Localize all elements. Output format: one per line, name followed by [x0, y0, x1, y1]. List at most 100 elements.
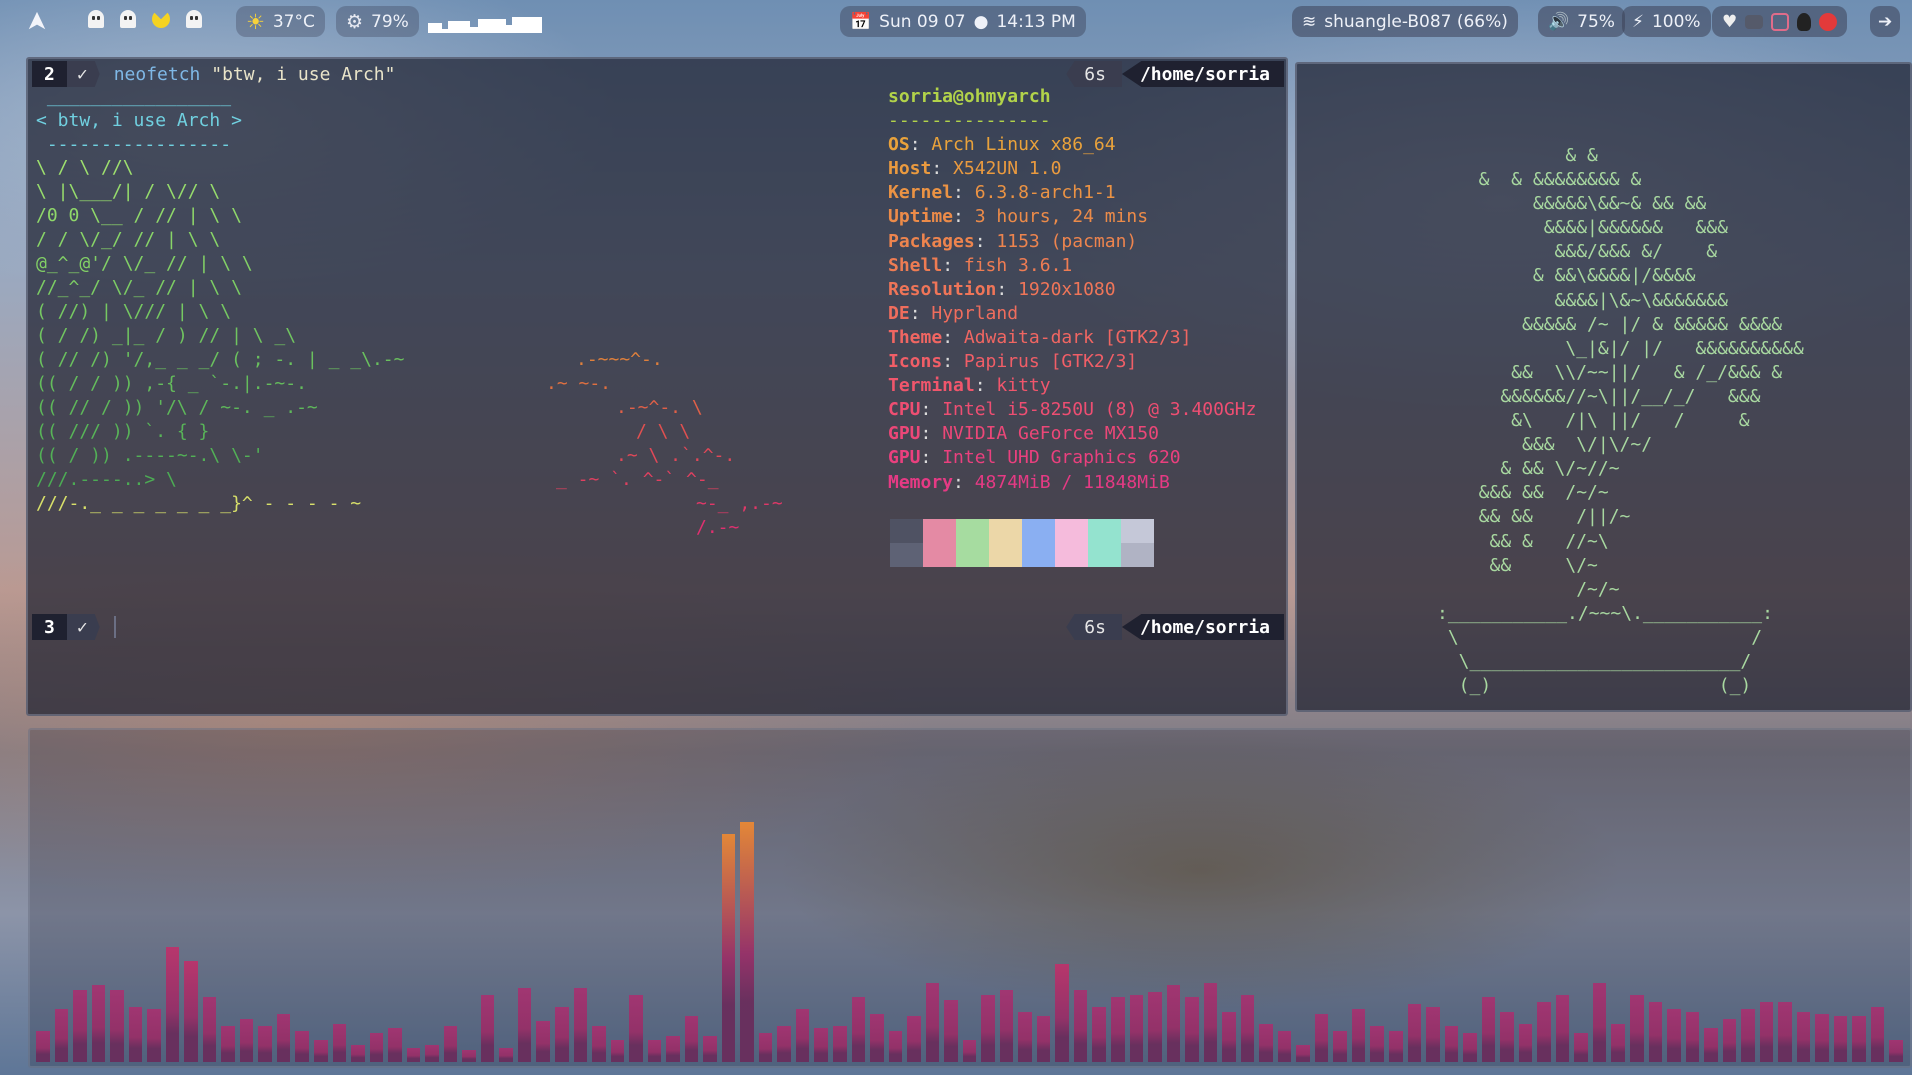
info-label: Kernel [888, 182, 954, 204]
svg-text:/0 0 \__ / // | \ \: /0 0 \__ / // | \ \ [36, 205, 242, 226]
info-value: fish 3.6.1 [963, 254, 1073, 276]
info-row: Memory: 4874MiB / 11848MiB [888, 471, 1256, 495]
power-button[interactable]: ➔ [1870, 6, 1901, 37]
cowsay-bubble: _________________ < btw, i use Arch > --… [36, 86, 242, 156]
info-row: Shell: fish 3.6.1 [888, 254, 1256, 278]
weather-widget[interactable]: ☀ 37°C [236, 6, 325, 37]
info-row: CPU: Intel i5-8250U (8) @ 3.400GHz [888, 398, 1256, 422]
visualizer-bar [1648, 1002, 1663, 1062]
text-cursor[interactable] [113, 616, 116, 638]
visualizer-bar [91, 985, 106, 1062]
info-value: X542UN 1.0 [953, 158, 1062, 180]
battery-text: 100% [1651, 11, 1701, 32]
visualizer-bar [1370, 1026, 1385, 1062]
visualizer-bar [981, 994, 995, 1062]
bonsai-pot: :___________./~~~\.___________: \ / \___… [1437, 603, 1773, 697]
workspace-1-ghost-icon[interactable] [88, 10, 104, 28]
cpu-graph [428, 15, 548, 33]
visualizer-bar [443, 1026, 458, 1062]
svg-text:/ \ \: / \ \ [636, 421, 690, 442]
visualizer-bar [851, 997, 866, 1062]
visualizer-bar [666, 1035, 680, 1062]
svg-text:.~ \ .`.^-.: .~ \ .`.^-. [616, 445, 735, 466]
visualizer-bar [369, 1033, 384, 1062]
info-colon: : [942, 351, 964, 373]
cpu-usage: 79% [371, 11, 409, 32]
visualizer-bar [110, 990, 124, 1062]
svg-text:///.----..> \: ///.----..> \ [36, 469, 177, 490]
visualizer-bar [832, 1026, 847, 1062]
svg-text:( / /) _|_ / ) // |: ( / /) _|_ / ) // | \ _\ [36, 325, 296, 346]
visualizer-bar [870, 1014, 884, 1062]
visualizer-bar [1629, 994, 1644, 1062]
terminal-window[interactable]: 2 ✓ neofetch "btw, i use Arch" 6s /home/… [26, 57, 1288, 716]
heart-icon[interactable]: ♥ [1722, 12, 1737, 32]
info-row: GPU: Intel UHD Graphics 620 [888, 446, 1256, 470]
clock-widget[interactable]: 📅 Sun 09 07 ● 14:13 PM [840, 6, 1086, 37]
info-value: Papirus [GTK2/3] [963, 351, 1138, 373]
info-colon: : [953, 471, 975, 493]
prompt-number: 3 [32, 614, 67, 640]
info-row: DE: Hyprland [888, 302, 1256, 326]
prompt-status: ✓ [66, 614, 100, 640]
workspace-2-ghost-icon[interactable] [120, 10, 136, 28]
info-value: 4874MiB / 11848MiB [974, 471, 1170, 493]
svg-text:(( /// )) `. {: (( /// )) `. { } [36, 421, 209, 442]
audio-visualizer-window[interactable] [28, 728, 1912, 1068]
speaker-icon: 🔊 [1548, 11, 1570, 32]
visualizer-bar [1463, 1033, 1477, 1062]
visualizer-bar [165, 946, 180, 1062]
active-workspace-pacman-icon[interactable] [152, 10, 170, 28]
visualizer-bar [1667, 1009, 1681, 1062]
visualizer-bar [1426, 1006, 1440, 1062]
wifi-icon: ≋ [1302, 11, 1317, 32]
palette-swatch [1055, 519, 1088, 567]
visualizer-bar [388, 1028, 402, 1062]
bilibili-icon[interactable] [1771, 12, 1790, 31]
visualizer-bar [1203, 982, 1218, 1062]
volume-text: 75% [1577, 11, 1615, 32]
svg-text:\ |\___/| / \// \: \ |\___/| / \// \ [36, 181, 220, 202]
info-value: 1153 (pacman) [996, 230, 1138, 252]
visualizer-bar [480, 994, 495, 1062]
workspace-4-ghost-icon[interactable] [186, 10, 202, 28]
svg-text:.-~~~^-.: .-~~~^-. [576, 349, 663, 370]
arch-logo-icon[interactable] [26, 10, 48, 32]
system-info: sorria@ohmyarch --------------- OS: Arch… [888, 85, 1256, 495]
prompt-line-2: 3 ✓ 6s /home/sorria [32, 614, 1284, 640]
visualizer-bar [1759, 1002, 1774, 1062]
svg-text:/ / \/_/ // | \ \: / / \/_/ // | \ \ [36, 229, 220, 250]
visualizer-bar [1259, 1023, 1273, 1062]
clock-icon: ● [973, 11, 989, 32]
prompt-status: ✓ [66, 61, 100, 87]
visualizer-bar [925, 982, 940, 1062]
cpu-widget[interactable]: ⚙ 79% [336, 6, 419, 37]
svg-text:.~ ~-.: .~ ~-. [546, 373, 611, 394]
battery-widget[interactable]: ⚡ 100% [1622, 6, 1711, 37]
volume-widget[interactable]: 🔊 75% [1538, 6, 1625, 37]
time-text: 14:13 PM [996, 11, 1076, 32]
visualizer-bar [1500, 1011, 1514, 1062]
visualizer-bar [629, 994, 643, 1062]
visualizer-bar [332, 1023, 347, 1062]
info-colon: : [909, 302, 932, 324]
monitor-icon[interactable] [1745, 14, 1764, 29]
visualizer-bar [1389, 1030, 1403, 1062]
visualizer-bar [1815, 1014, 1829, 1062]
netease-music-icon[interactable] [1819, 12, 1838, 31]
cbonsai-window[interactable]: & & & & &&&&&&&& & &&&&&\&&~& && && &&&&… [1295, 62, 1912, 712]
visualizer-bar [184, 961, 198, 1062]
visualizer-bar [1092, 1006, 1106, 1062]
visualizer-bar [1704, 1028, 1718, 1062]
wifi-widget[interactable]: ≋ shuangle-B087 (66%) [1292, 6, 1518, 37]
calendar-icon: 📅 [850, 11, 872, 32]
visualizer-bar [1073, 990, 1088, 1062]
visualizer-bar [406, 1047, 421, 1062]
info-value: 1920x1080 [1018, 278, 1116, 300]
info-label: Uptime [888, 206, 954, 228]
visualizer-bar [1296, 1045, 1310, 1062]
qq-penguin-icon[interactable] [1797, 12, 1812, 31]
info-value: 3 hours, 24 mins [974, 206, 1149, 228]
info-colon: : [920, 423, 943, 445]
palette-swatch [989, 519, 1022, 567]
